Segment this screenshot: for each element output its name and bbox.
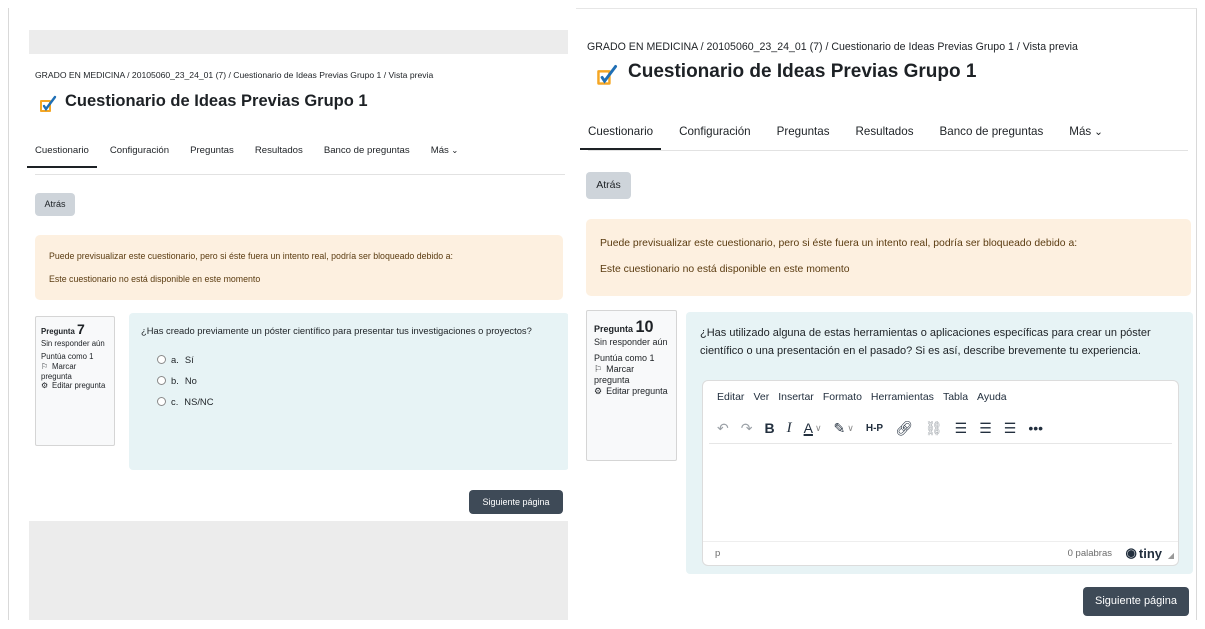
undo-icon[interactable]: ↶ <box>717 418 729 438</box>
question-text: ¿Has creado previamente un póster cientí… <box>141 325 532 336</box>
menu-formato[interactable]: Formato <box>823 391 862 403</box>
edit-question-link[interactable]: ⚙ Editar pregunta <box>41 381 109 391</box>
breadcrumb[interactable]: GRADO EN MEDICINA / 20105060_23_24_01 (7… <box>587 41 1078 53</box>
pen-icon: ✎ <box>833 419 846 436</box>
more-options-button[interactable]: ••• <box>1028 418 1043 438</box>
rich-text-editor[interactable]: Editar Ver Insertar Formato Herramientas… <box>702 380 1179 566</box>
radio-button[interactable] <box>157 375 166 385</box>
left-screenshot-panel: GRADO EN MEDICINA / 20105060_23_24_01 (7… <box>8 8 568 620</box>
tab-mas[interactable]: Más <box>431 139 459 168</box>
tab-banco-de-preguntas[interactable]: Banco de preguntas <box>324 139 410 168</box>
flag-icon: ⚐ <box>594 363 603 374</box>
tab-resultados[interactable]: Resultados <box>856 119 914 150</box>
top-gray-bar <box>29 30 568 54</box>
page-title: Cuestionario de Ideas Previas Grupo 1 <box>65 91 368 110</box>
tab-resultados[interactable]: Resultados <box>255 139 303 168</box>
page-header: Cuestionario de Ideas Previas Grupo 1 <box>596 61 977 86</box>
align-center-icon[interactable]: ☰ <box>979 418 992 438</box>
page-title: Cuestionario de Ideas Previas Grupo 1 <box>628 61 977 82</box>
secondary-nav: Cuestionario Configuración Preguntas Res… <box>579 119 1129 150</box>
highlight-color-button[interactable]: ✎ ∨ <box>834 418 854 438</box>
quiz-icon <box>39 95 57 113</box>
tab-preguntas[interactable]: Preguntas <box>190 139 234 168</box>
redo-icon[interactable]: ↷ <box>741 418 753 438</box>
link-icon[interactable]: 🔗︎ <box>895 418 913 438</box>
quiz-icon <box>596 64 618 86</box>
bold-button[interactable]: B <box>764 418 774 438</box>
menu-herramientas[interactable]: Herramientas <box>871 391 934 403</box>
breadcrumb[interactable]: GRADO EN MEDICINA / 20105060_23_24_01 (7… <box>35 70 433 80</box>
chevron-down-icon: ∨ <box>814 422 822 433</box>
editor-toolbar: ↶ ↷ B I A ∨ ✎ ∨ H-P 🔗︎ ⛓︎ ☰ ☰ ☰ ••• <box>717 418 1055 438</box>
answer-options: a. Sí b. No c. NS/NC <box>157 354 557 407</box>
flag-question-link[interactable]: ⚐ Marcar pregunta <box>594 364 669 387</box>
question-status: Sin responder aún <box>41 338 105 348</box>
page-header: Cuestionario de Ideas Previas Grupo 1 <box>39 91 368 113</box>
menu-ayuda[interactable]: Ayuda <box>977 391 1007 403</box>
secondary-nav: Cuestionario Configuración Preguntas Res… <box>27 139 479 168</box>
question-info-box: Pregunta 10 Sin responder aún Puntúa com… <box>586 310 677 461</box>
element-path[interactable]: p <box>715 548 720 559</box>
menu-tabla[interactable]: Tabla <box>943 391 968 403</box>
align-left-icon[interactable]: ☰ <box>955 418 968 438</box>
italic-button[interactable]: I <box>787 418 792 438</box>
tab-cuestionario[interactable]: Cuestionario <box>579 119 662 150</box>
preview-warning-alert: Puede previsualizar este cuestionario, p… <box>586 219 1191 296</box>
tab-configuracion[interactable]: Configuración <box>110 139 169 168</box>
warning-line-1: Puede previsualizar este cuestionario, p… <box>49 251 453 261</box>
radio-button[interactable] <box>157 354 166 364</box>
answer-option-b[interactable]: b. No <box>157 375 557 386</box>
footer-gray-area <box>29 521 568 620</box>
menu-editar[interactable]: Editar <box>717 391 744 403</box>
question-content: ¿Has utilizado alguna de estas herramien… <box>686 312 1193 574</box>
edit-question-link[interactable]: ⚙ Editar pregunta <box>594 386 669 397</box>
question-points: Puntúa como 1 <box>594 352 655 363</box>
back-button[interactable]: Atrás <box>586 172 631 199</box>
tab-configuracion[interactable]: Configuración <box>679 119 751 150</box>
tab-banco-de-preguntas[interactable]: Banco de preguntas <box>940 119 1044 150</box>
question-number: Pregunta 7 <box>41 321 85 337</box>
answer-option-c[interactable]: c. NS/NC <box>157 396 557 407</box>
tab-divider <box>588 150 1188 151</box>
answer-option-a[interactable]: a. Sí <box>157 354 557 365</box>
tiny-logo[interactable]: ◉ tiny <box>1126 545 1162 561</box>
resize-handle-icon[interactable]: ◢ <box>1168 551 1174 560</box>
next-page-button[interactable]: Siguiente página <box>469 490 563 514</box>
text-color-button[interactable]: A ∨ <box>804 418 822 438</box>
tab-divider <box>35 174 565 175</box>
tab-cuestionario[interactable]: Cuestionario <box>27 139 97 168</box>
align-right-icon[interactable]: ☰ <box>1004 418 1017 438</box>
tab-preguntas[interactable]: Preguntas <box>777 119 830 150</box>
next-page-button[interactable]: Siguiente página <box>1083 587 1189 616</box>
editor-menubar: Editar Ver Insertar Formato Herramientas… <box>717 391 1016 403</box>
question-points: Puntúa como 1 <box>41 352 94 362</box>
tiny-icon: ◉ <box>1125 545 1137 560</box>
menu-ver[interactable]: Ver <box>753 391 769 403</box>
word-count[interactable]: 0 palabras <box>1068 548 1112 559</box>
chevron-down-icon: ∨ <box>847 422 854 433</box>
flag-icon: ⚐ <box>41 362 48 372</box>
gear-icon: ⚙ <box>594 386 603 397</box>
right-screenshot-panel: GRADO EN MEDICINA / 20105060_23_24_01 (7… <box>576 8 1197 620</box>
unlink-icon[interactable]: ⛓︎ <box>925 418 943 438</box>
toolbar-divider <box>709 443 1172 444</box>
question-number: Pregunta 10 <box>594 318 654 336</box>
gear-icon: ⚙ <box>41 381 48 391</box>
warning-line-1: Puede previsualizar este cuestionario, p… <box>600 238 1078 249</box>
question-content: ¿Has creado previamente un póster cientí… <box>129 313 568 470</box>
back-button[interactable]: Atrás <box>35 193 75 216</box>
question-status: Sin responder aún <box>594 337 668 348</box>
warning-line-2: Este cuestionario no está disponible en … <box>600 264 850 275</box>
question-text: ¿Has utilizado alguna de estas herramien… <box>700 327 1151 358</box>
menu-insertar[interactable]: Insertar <box>778 391 814 403</box>
tab-mas[interactable]: Más <box>1069 119 1103 150</box>
preview-warning-alert: Puede previsualizar este cuestionario, p… <box>35 235 563 300</box>
warning-line-2: Este cuestionario no está disponible en … <box>49 274 261 284</box>
h5p-button[interactable]: H-P <box>866 418 883 438</box>
radio-button[interactable] <box>157 396 166 406</box>
flag-question-link[interactable]: ⚐ Marcar pregunta <box>41 362 109 381</box>
question-info-box: Pregunta 7 Sin responder aún Puntúa como… <box>35 316 115 446</box>
editor-statusbar: p 0 palabras ◉ tiny ◢ <box>703 541 1178 565</box>
